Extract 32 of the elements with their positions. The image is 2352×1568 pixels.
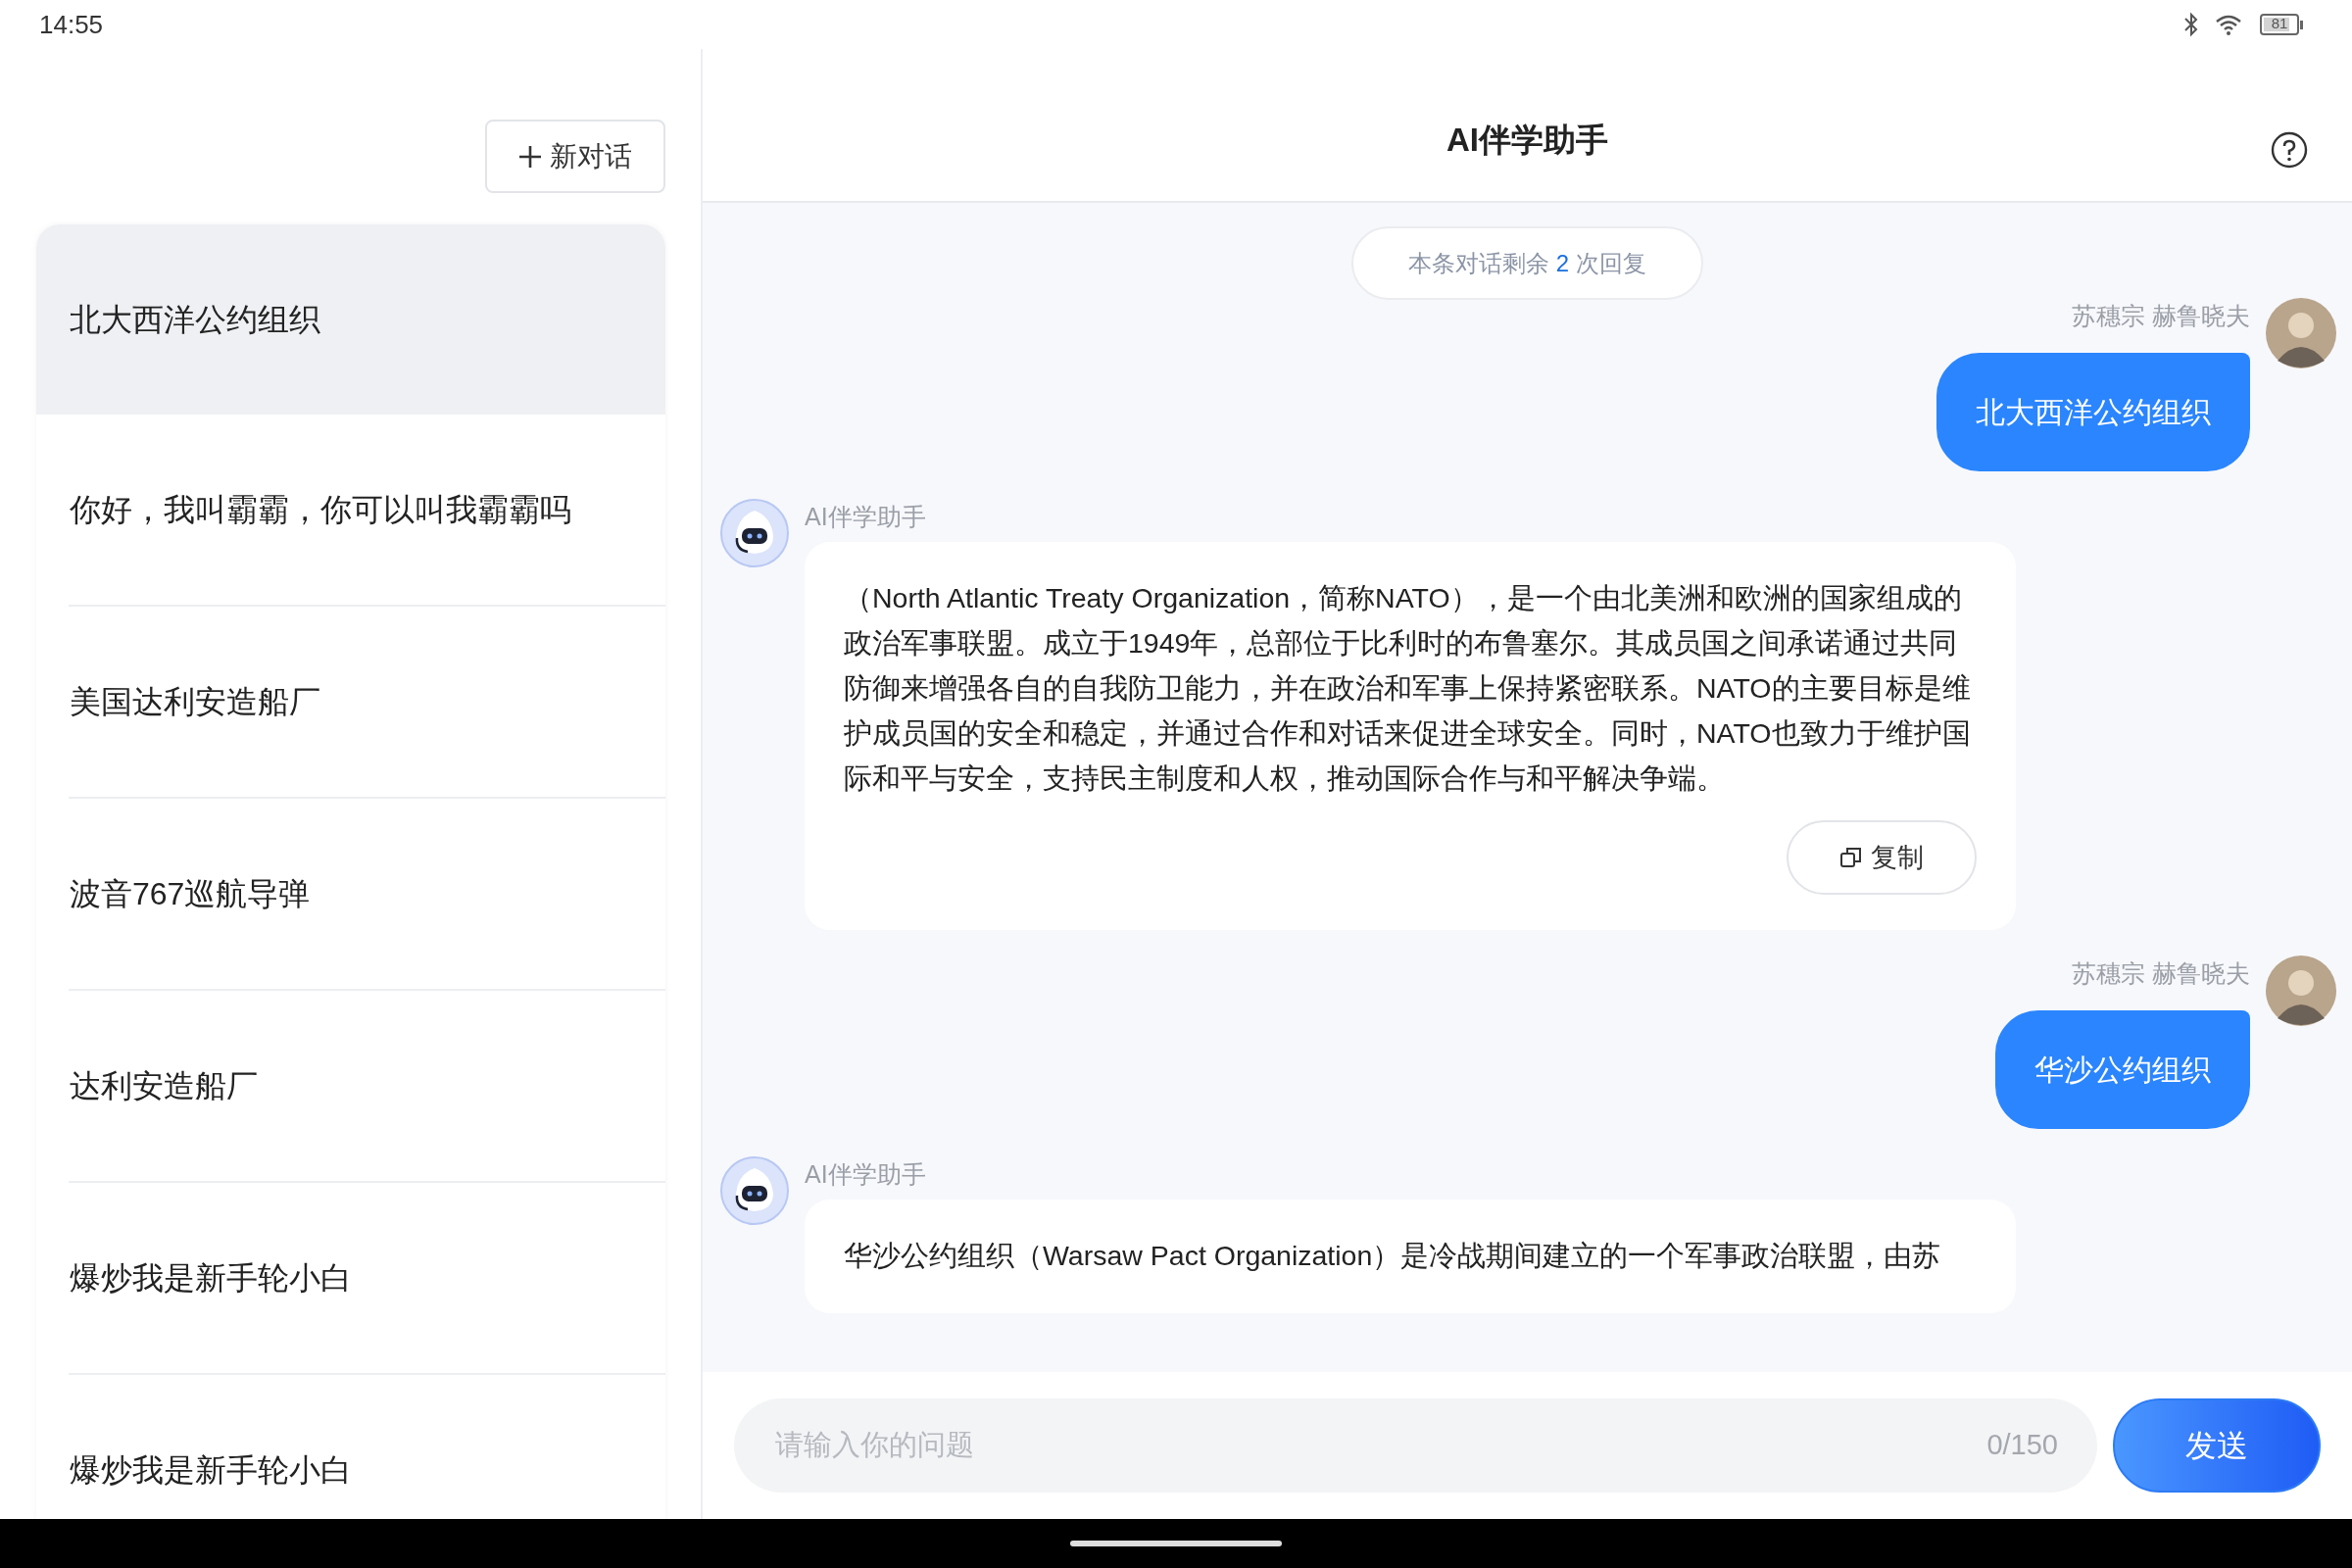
page-title: AI伴学助手: [1446, 120, 1608, 160]
send-button[interactable]: 发送: [2113, 1398, 2321, 1493]
battery-level: 81: [2270, 14, 2289, 33]
conversation-item[interactable]: 美国达利安造船厂: [36, 607, 665, 797]
plus-icon: [518, 144, 542, 169]
conversation-item[interactable]: 爆炒我是新手轮小白: [36, 1183, 665, 1373]
conversation-item[interactable]: 爆炒我是新手轮小白: [36, 1375, 665, 1519]
question-input-field[interactable]: 请输入你的问题: [773, 1423, 1987, 1468]
assistant-message-text: 华沙公约组织（Warsaw Pact Organization）是冷战期间建立的一个军事政治联盟，由苏: [844, 1239, 1942, 1273]
copy-icon: [1839, 846, 1863, 869]
conversation-item[interactable]: 达利安造船厂: [36, 991, 665, 1181]
user-avatar: [2266, 298, 2336, 368]
remaining-replies-notice: 本条对话剩余 2 次回复: [1351, 226, 1703, 300]
robot-avatar: [720, 499, 789, 567]
user-message-bubble: 北大西洋公约组织: [1936, 353, 2250, 471]
help-icon[interactable]: [2271, 131, 2308, 169]
copy-button[interactable]: 复制: [1787, 820, 1977, 895]
user-message-bubble: 华沙公约组织: [1995, 1010, 2250, 1129]
robot-avatar: [720, 1156, 789, 1225]
sender-name: 苏穗宗 赫鲁晓夫: [2072, 301, 2250, 327]
clock-time: 14:55: [39, 8, 104, 41]
sender-name: AI伴学助手: [805, 1159, 927, 1186]
new-chat-button[interactable]: 新对话: [485, 120, 665, 193]
conversation-item[interactable]: 北大西洋公约组织: [36, 224, 665, 415]
character-counter: 0/150: [1986, 1428, 2058, 1463]
user-avatar: [2266, 956, 2336, 1026]
sender-name: 苏穗宗 赫鲁晓夫: [2072, 958, 2250, 985]
assistant-message-text: （North Atlantic Treaty Organization，简称NATO），是一个由北美洲和欧洲的国家组成的政治军事联盟。成立于1949年，总部位于比利时的布鲁塞尔。其成员国之间承诺通过共同防御来增强各自的自我防卫能力，并在政治和军事上保持紧密联系。NATO的主要目标是维护成员国的安全和稳定，并通过合作和对话来促进全球安全。同时，NATO也致力于维护国际和平与安全，支持民主制度和人权，推动国际合作与和平解决争端。: [844, 581, 1972, 796]
conversation-item[interactable]: 你好，我叫霸霸，你可以叫我霸霸吗: [36, 415, 665, 605]
sender-name: AI伴学助手: [805, 502, 927, 528]
conversation-item[interactable]: 波音767巡航导弹: [36, 799, 665, 989]
bluetooth-icon: [2183, 12, 2199, 37]
